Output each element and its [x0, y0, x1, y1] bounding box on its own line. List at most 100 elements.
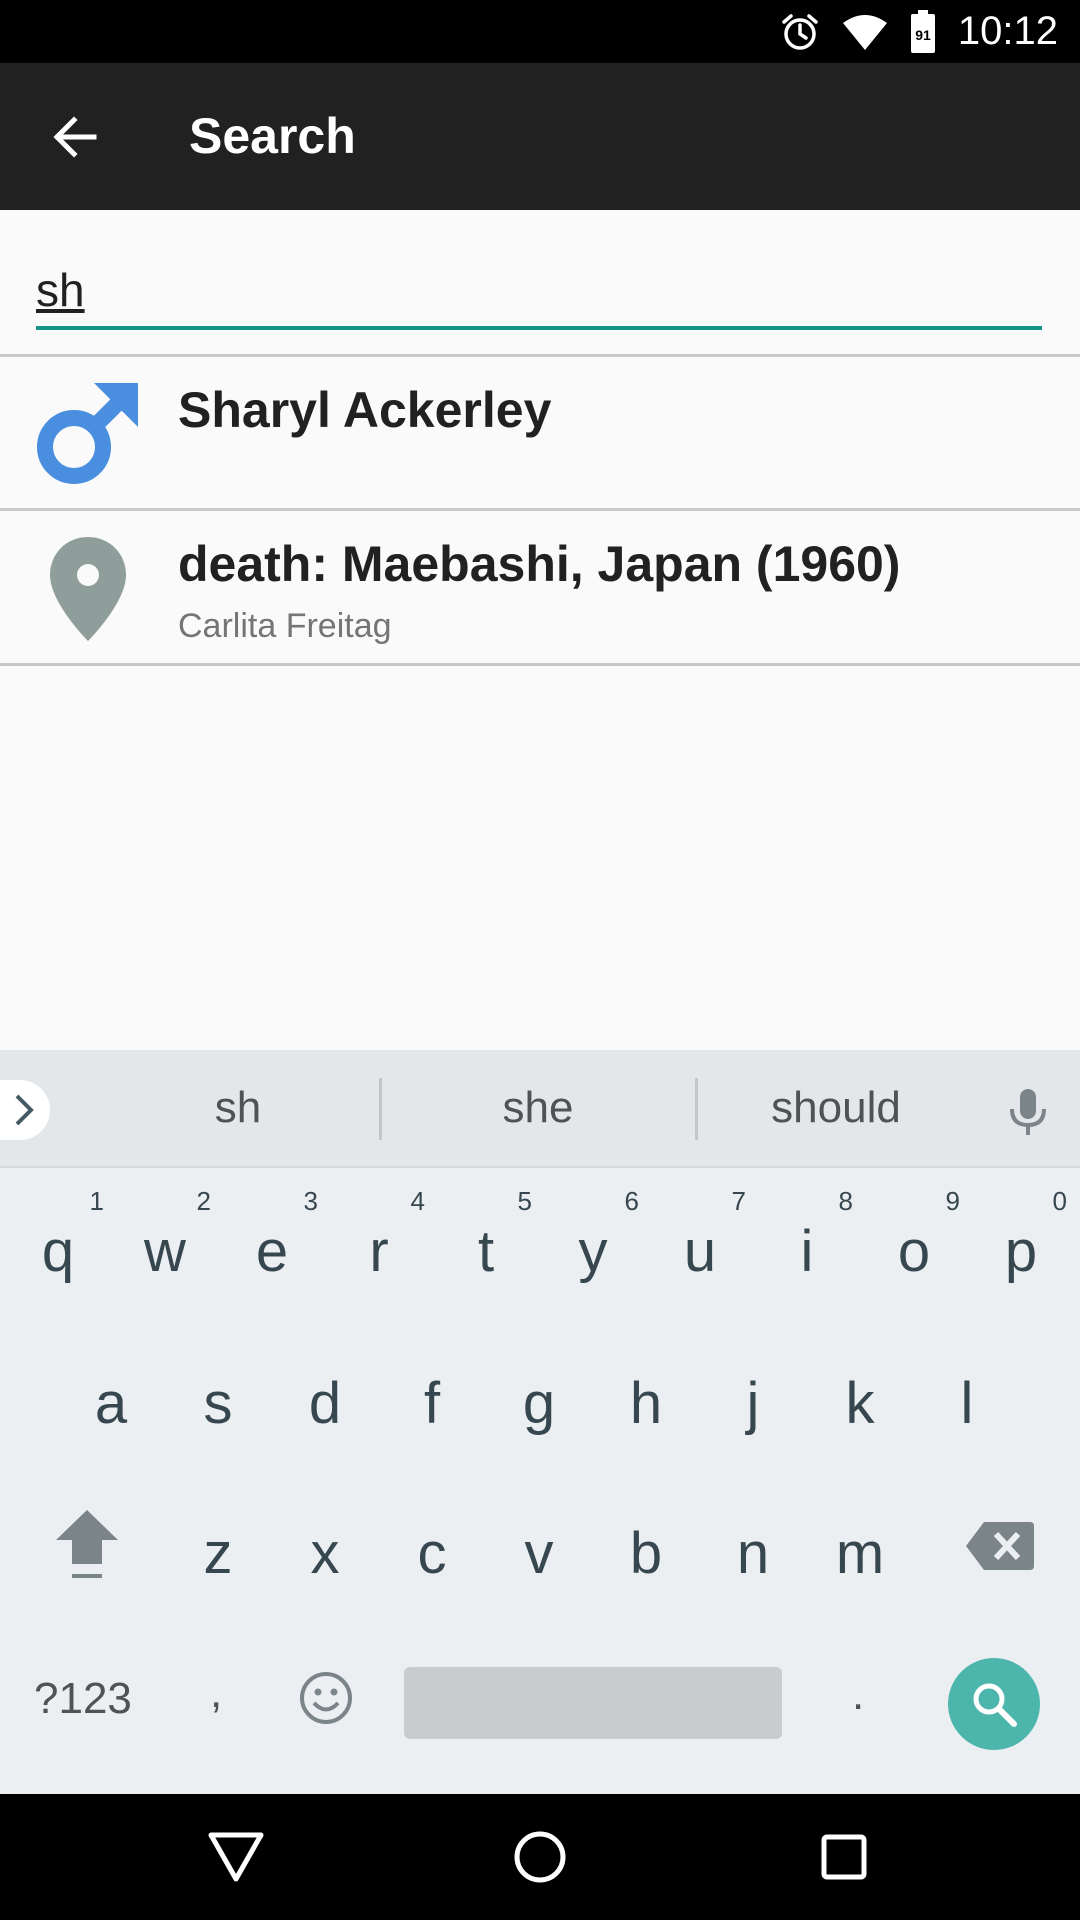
- key-label: y: [578, 1219, 608, 1284]
- key-t[interactable]: 5t: [436, 1168, 536, 1318]
- key-s[interactable]: s: [168, 1324, 268, 1474]
- key-label: f: [423, 1371, 441, 1436]
- key-label: d: [308, 1371, 342, 1436]
- key-r[interactable]: 4r: [329, 1168, 429, 1318]
- soft-keyboard: sh she should 1q 2w 3e 4r 5t 6y 7u 8i 9o…: [0, 1050, 1080, 1794]
- suggestion-3[interactable]: should: [698, 1050, 974, 1166]
- result-title: death: Maebashi, Japan (1960): [178, 536, 901, 592]
- key-hint: 6: [624, 1186, 639, 1216]
- nav-back-button[interactable]: [200, 1821, 272, 1893]
- key-c[interactable]: c: [382, 1476, 482, 1626]
- microphone-icon: [1010, 1089, 1046, 1135]
- chevron-right-icon: [15, 1094, 34, 1126]
- key-m[interactable]: m: [810, 1476, 910, 1626]
- key-hint: 9: [945, 1186, 960, 1216]
- key-e[interactable]: 3e: [222, 1168, 322, 1318]
- key-g[interactable]: g: [489, 1324, 589, 1474]
- key-z[interactable]: z: [168, 1476, 268, 1626]
- backspace-icon: [966, 1522, 1034, 1570]
- key-p[interactable]: 0p: [971, 1168, 1071, 1318]
- voice-input-button[interactable]: [1000, 1084, 1056, 1140]
- key-y[interactable]: 6y: [543, 1168, 643, 1318]
- key-hint: 1: [89, 1186, 104, 1216]
- key-d[interactable]: d: [275, 1324, 375, 1474]
- emoji-key[interactable]: [296, 1670, 356, 1730]
- search-area: [0, 210, 1080, 354]
- key-label: c: [417, 1521, 447, 1586]
- back-button[interactable]: [38, 101, 110, 173]
- period-key[interactable]: .: [852, 1670, 864, 1720]
- shift-key[interactable]: [34, 1494, 134, 1604]
- search-action-key[interactable]: [948, 1658, 1040, 1750]
- key-label: v: [524, 1521, 554, 1586]
- key-hint: 5: [517, 1186, 532, 1216]
- status-bar: 91 10:12: [0, 0, 1080, 63]
- key-label: a: [94, 1371, 128, 1436]
- key-label: x: [310, 1521, 340, 1586]
- suggestion-1[interactable]: sh: [100, 1050, 376, 1166]
- key-label: i: [800, 1219, 814, 1284]
- key-j[interactable]: j: [703, 1324, 803, 1474]
- key-q[interactable]: 1q: [8, 1168, 108, 1318]
- key-label: u: [683, 1219, 717, 1284]
- wifi-icon: [842, 13, 888, 51]
- status-icons: 91 10:12: [780, 0, 1058, 63]
- key-label: b: [629, 1521, 663, 1586]
- key-n[interactable]: n: [703, 1476, 803, 1626]
- key-hint: 4: [410, 1186, 425, 1216]
- key-k[interactable]: k: [810, 1324, 910, 1474]
- key-label: o: [897, 1219, 931, 1284]
- recents-square-icon: [821, 1834, 867, 1880]
- key-label: s: [203, 1371, 233, 1436]
- expand-suggestions-button[interactable]: [0, 1080, 50, 1140]
- arrow-back-icon: [53, 116, 97, 158]
- key-v[interactable]: v: [489, 1476, 589, 1626]
- key-w[interactable]: 2w: [115, 1168, 215, 1318]
- shift-arrow-icon: [56, 1510, 118, 1578]
- search-result-item[interactable]: Sharyl Ackerley: [0, 357, 1080, 509]
- key-label: m: [835, 1521, 885, 1586]
- key-x[interactable]: x: [275, 1476, 375, 1626]
- key-i[interactable]: 8i: [757, 1168, 857, 1318]
- key-label: w: [144, 1219, 186, 1284]
- search-input[interactable]: [36, 254, 1042, 330]
- search-result-item[interactable]: death: Maebashi, Japan (1960) Carlita Fr…: [0, 511, 1080, 663]
- key-f[interactable]: f: [382, 1324, 482, 1474]
- key-label: g: [522, 1371, 556, 1436]
- page-title: Search: [189, 108, 356, 164]
- comma-key[interactable]: ,: [210, 1668, 222, 1718]
- key-l[interactable]: l: [917, 1324, 1017, 1474]
- suggestion-2[interactable]: she: [382, 1050, 694, 1166]
- key-label: q: [41, 1219, 75, 1284]
- key-label: n: [736, 1521, 770, 1586]
- key-label: z: [203, 1521, 233, 1586]
- key-label: e: [255, 1219, 289, 1284]
- nav-recents-button[interactable]: [808, 1821, 880, 1893]
- search-icon: [973, 1683, 1017, 1727]
- key-a[interactable]: a: [61, 1324, 161, 1474]
- back-triangle-icon: [208, 1832, 264, 1882]
- key-b[interactable]: b: [596, 1476, 696, 1626]
- alarm-icon: [780, 12, 820, 52]
- key-hint: 2: [196, 1186, 211, 1216]
- key-label: l: [960, 1371, 974, 1436]
- key-hint: 0: [1052, 1186, 1067, 1216]
- divider: [0, 663, 1080, 666]
- spacebar[interactable]: [404, 1667, 782, 1739]
- symbols-key[interactable]: ?123: [34, 1674, 132, 1724]
- key-label: t: [477, 1219, 495, 1284]
- key-hint: 7: [731, 1186, 746, 1216]
- backspace-key[interactable]: [950, 1494, 1050, 1604]
- location-pin-icon: [34, 533, 142, 645]
- key-label: p: [1004, 1219, 1038, 1284]
- app-bar: Search: [0, 63, 1080, 210]
- key-hint: 8: [838, 1186, 853, 1216]
- battery-level-text: 91: [915, 27, 931, 43]
- key-h[interactable]: h: [596, 1324, 696, 1474]
- nav-home-button[interactable]: [504, 1821, 576, 1893]
- key-o[interactable]: 9o: [864, 1168, 964, 1318]
- key-u[interactable]: 7u: [650, 1168, 750, 1318]
- battery-icon: 91: [910, 9, 936, 54]
- key-label: j: [746, 1371, 760, 1436]
- clock-text: 10:12: [957, 9, 1058, 53]
